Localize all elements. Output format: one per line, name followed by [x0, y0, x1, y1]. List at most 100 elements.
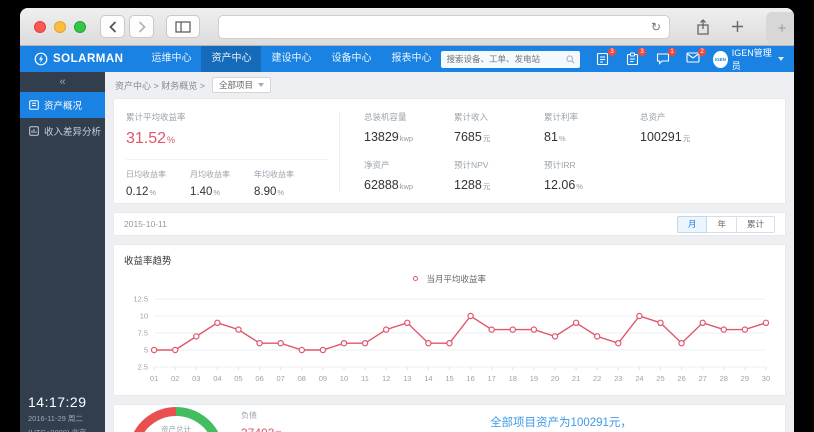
stat-value: 12.06% — [544, 178, 583, 192]
svg-text:20: 20 — [551, 374, 559, 383]
message-button[interactable]: 1 — [656, 48, 677, 66]
breadcrumb[interactable]: 资产中心 > 财务概览 > — [115, 79, 205, 92]
unit: % — [149, 188, 157, 197]
sidebar-toggle-button[interactable] — [166, 15, 200, 38]
range-tab[interactable]: 累计 — [735, 215, 775, 233]
range-tab[interactable]: 年 — [706, 215, 737, 233]
stat-label: 预计IRR — [544, 160, 576, 170]
brand-name: SOLARMAN — [53, 53, 124, 65]
address-bar[interactable]: ↻ — [218, 14, 670, 39]
chart-card: 收益率趋势 当月平均收益率 12.5 10 7.5 5 2.5 01 02 03 04 05 06 0… — [113, 244, 786, 396]
project-selector-dropdown[interactable]: 全部项目 — [212, 77, 272, 93]
chevron-right-icon — [138, 20, 146, 33]
stat-cell: 累计利率 81% — [544, 111, 640, 153]
sub-stat-value: 1.40% — [190, 186, 254, 198]
search-icon[interactable] — [566, 54, 575, 64]
svg-text:17: 17 — [488, 374, 496, 383]
new-tab-plus-button[interactable] — [724, 15, 750, 39]
zoom-window-button[interactable] — [74, 20, 86, 33]
nav-item[interactable]: 运维中心 — [141, 46, 201, 72]
analysis-icon — [29, 126, 39, 136]
stat-label: 累计收入 — [454, 112, 489, 122]
stat-unit: % — [576, 182, 583, 191]
nav-item[interactable]: 资产中心 — [201, 46, 262, 72]
sub-stat-label: 年均收益率 — [254, 170, 294, 179]
summary-message-line1: 全部项目资产为100291元， — [490, 417, 632, 429]
screen-background: ↻ + SOLARMAN 运维中心 资产中心 建设中心 设备中心 报表中心 搜索… — [0, 0, 814, 432]
reload-icon[interactable]: ↻ — [651, 20, 661, 34]
new-tab-button[interactable]: + — [766, 12, 794, 44]
liabilities-label: 负债 — [241, 411, 257, 420]
sub-stat-label: 日均收益率 — [126, 170, 166, 179]
plus-glyph: + — [777, 19, 787, 37]
badge-count: 2 — [698, 48, 707, 56]
svg-text:22: 22 — [593, 374, 601, 383]
asset-donut-chart[interactable]: 资产总计 100291元 — [128, 407, 224, 432]
range-tab[interactable]: 月 — [676, 215, 708, 233]
sidebar-collapse-button[interactable]: « — [20, 72, 105, 92]
brand[interactable]: SOLARMAN — [34, 52, 123, 66]
svg-text:15: 15 — [445, 374, 453, 383]
svg-text:30: 30 — [762, 374, 770, 383]
primary-value: 31.52 — [126, 130, 167, 147]
stat-unit: kwp — [399, 182, 414, 191]
sidebar-item-label: 资产概况 — [44, 101, 83, 112]
date-picker[interactable]: 2015-10-11 — [124, 219, 167, 229]
minimize-window-button[interactable] — [54, 20, 66, 33]
svg-text:25: 25 — [656, 374, 664, 383]
unit: % — [277, 188, 285, 197]
search-input[interactable] — [446, 54, 567, 64]
sidebar: « 资产概况 收入差异分析 14:17:29 2016-11-29 周二 (UT… — [20, 72, 105, 432]
mail-button[interactable]: 2 — [686, 48, 707, 66]
main-content: 资产中心 > 财务概览 > 全部项目 累计平均收益率 31.52% 日均收益率 … — [105, 72, 794, 432]
stat-value: 1288元 — [454, 178, 491, 192]
app-body: « 资产概况 收入差异分析 14:17:29 2016-11-29 周二 (UT… — [20, 72, 794, 432]
user-menu[interactable]: IGEN IGEN管理员 — [713, 46, 784, 72]
stat-value: 100291元 — [640, 130, 691, 144]
stat-cell: 累计收入 7685元 — [454, 111, 544, 153]
clock-time: 14:17:29 — [28, 394, 87, 410]
share-button[interactable] — [690, 15, 716, 39]
nav-item[interactable]: 报表中心 — [381, 46, 441, 72]
stat-value: 81% — [544, 130, 566, 144]
share-icon — [697, 18, 709, 35]
report-button[interactable]: 3 — [596, 48, 617, 66]
stats-grid: 总装机容量 13829kwp 累计收入 7685元 累计利率 81% 总资产 100291元净… — [340, 111, 773, 193]
close-window-button[interactable] — [34, 20, 46, 33]
browser-back-button[interactable] — [100, 15, 125, 38]
sidebar-item-asset-overview[interactable]: 资产概况 — [20, 92, 105, 118]
line-chart[interactable]: 12.5 10 7.5 5 2.501 02 03 04 05 06 07 08 09 10 11 12 13 1… — [124, 289, 775, 393]
donut-label: 资产总计 — [161, 425, 191, 432]
svg-text:03: 03 — [192, 374, 200, 383]
browser-forward-button[interactable] — [129, 15, 154, 38]
svg-text:07: 07 — [277, 374, 285, 383]
liabilities-value: 37403元 — [241, 426, 282, 432]
svg-text:23: 23 — [614, 374, 622, 383]
nav-item[interactable]: 设备中心 — [321, 46, 381, 72]
overview-icon — [29, 100, 39, 110]
avatar: IGEN — [713, 50, 728, 68]
breadcrumb-row: 资产中心 > 财务概览 > 全部项目 — [113, 72, 786, 98]
sub-stat-monthly: 月均收益率 1.40% — [190, 169, 254, 198]
svg-text:04: 04 — [213, 374, 221, 383]
sub-stat-daily: 日均收益率 0.12% — [126, 169, 190, 198]
range-segmented-control: 月年累计 — [676, 215, 775, 233]
svg-text:10: 10 — [340, 374, 348, 383]
clipboard-icon — [626, 52, 639, 66]
badge-count: 3 — [608, 48, 617, 56]
workorder-button[interactable]: 3 — [626, 48, 647, 66]
value: 0.12 — [126, 186, 149, 198]
stat-label: 总装机容量 — [364, 112, 407, 122]
nav-item[interactable]: 建设中心 — [261, 46, 321, 72]
chevron-down-icon — [778, 57, 784, 61]
stat-unit: kwp — [399, 134, 414, 143]
chart-legend[interactable]: 当月平均收益率 — [124, 270, 775, 288]
clock-timezone: (UTC+0800) 北京 — [28, 427, 103, 432]
svg-text:7.5: 7.5 — [138, 329, 148, 338]
sidebar-item-income-analysis[interactable]: 收入差异分析 — [20, 118, 105, 144]
primary-stat-label: 累计平均收益率 — [126, 112, 186, 122]
svg-text:28: 28 — [720, 374, 728, 383]
stat-unit: % — [558, 134, 566, 143]
window-controls — [34, 20, 86, 33]
stat-cell: 净资产 62888kwp — [364, 159, 454, 201]
